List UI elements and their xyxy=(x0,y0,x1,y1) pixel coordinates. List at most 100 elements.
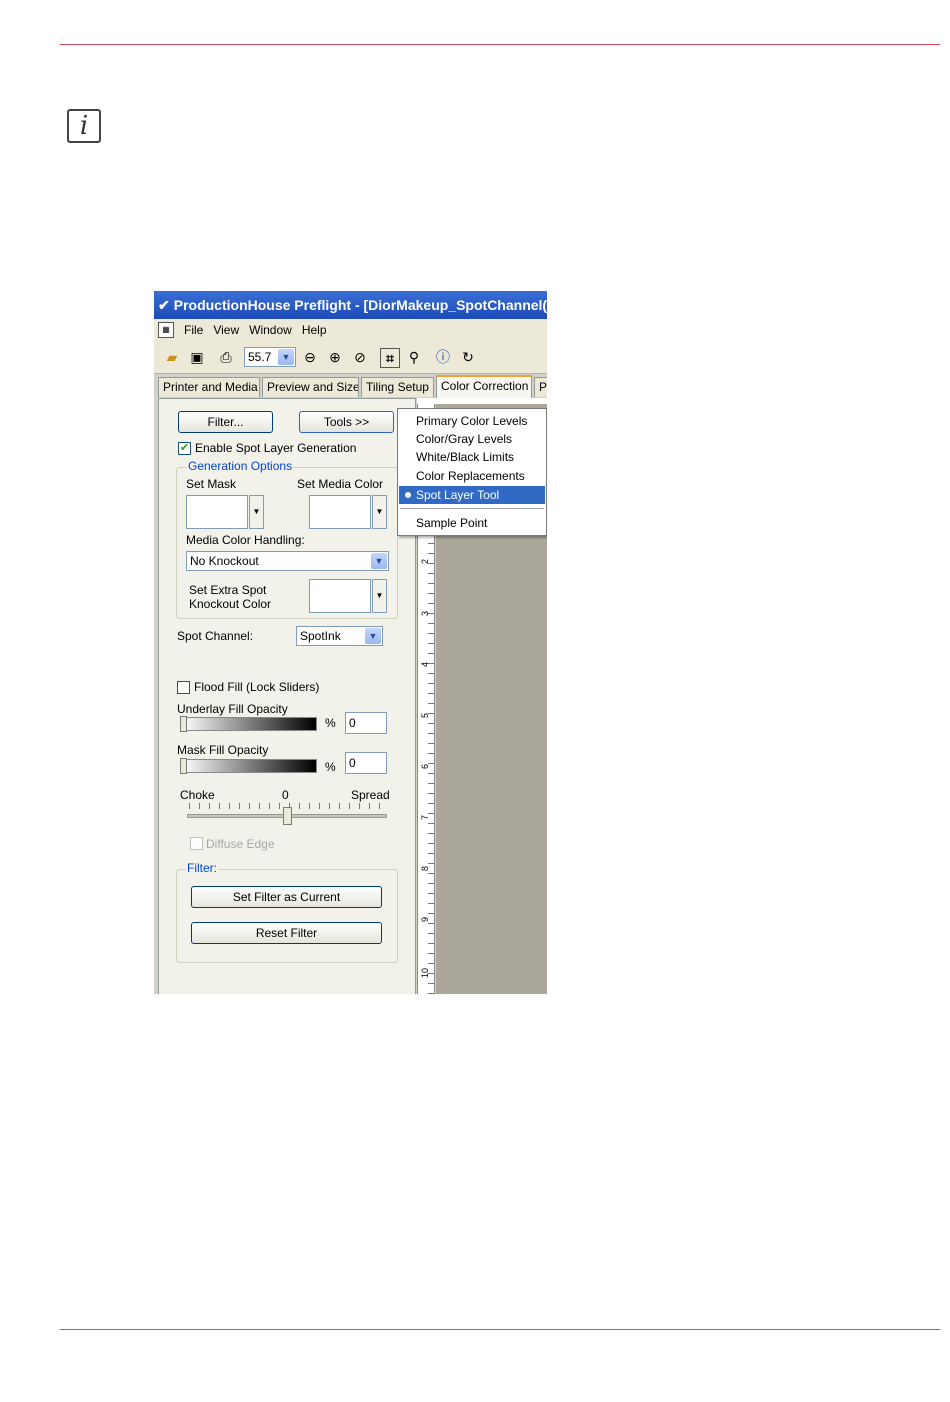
ruler-number: 6 xyxy=(420,763,430,769)
enable-spot-checkbox[interactable]: ✔ xyxy=(178,442,191,455)
spot-channel-label: Spot Channel: xyxy=(177,629,254,643)
media-color-dropdown[interactable]: ▼ xyxy=(372,495,387,529)
underlay-opacity-value: 0 xyxy=(349,716,356,730)
filter-group-label: Filter: xyxy=(186,861,218,875)
title-bar: ✔ ProductionHouse Preflight - [DiorMakeu… xyxy=(154,291,547,319)
open-folder-icon[interactable]: ▰ xyxy=(163,348,181,366)
flood-fill-label: Flood Fill (Lock Sliders) xyxy=(194,680,320,694)
window-title: ProductionHouse Preflight - [DiorMakeup_… xyxy=(173,297,547,313)
chevron-down-icon[interactable]: ▼ xyxy=(371,553,387,569)
chevron-down-icon[interactable]: ▼ xyxy=(278,349,294,365)
media-color-handling-label: Media Color Handling: xyxy=(186,533,305,547)
zoom-value: 55.7 xyxy=(248,350,272,364)
flood-fill-checkbox[interactable] xyxy=(177,681,190,694)
set-extra-spot-label-2: Knockout Color xyxy=(189,597,272,611)
header-rule xyxy=(60,44,940,45)
ruler-number: 2 xyxy=(420,558,430,564)
underlay-opacity-slider-thumb[interactable] xyxy=(180,716,187,732)
mask-color-dropdown[interactable]: ▼ xyxy=(249,495,264,529)
menu-bar: ▦ File View Window Help xyxy=(154,319,547,341)
set-media-color-label: Set Media Color xyxy=(297,477,384,491)
magnifier-icon[interactable]: ⚲ xyxy=(405,348,423,366)
footer-rule xyxy=(60,1329,940,1330)
reset-filter-button[interactable]: Reset Filter xyxy=(191,922,382,944)
choke-label: Choke xyxy=(180,788,215,802)
choke-spread-slider-thumb[interactable] xyxy=(283,807,292,825)
tab-pr[interactable]: Pr xyxy=(534,377,547,397)
ruler-number: 7 xyxy=(420,814,430,820)
ruler-number: 8 xyxy=(420,865,430,871)
extra-spot-color-swatch[interactable] xyxy=(309,579,371,613)
underlay-opacity-input[interactable]: 0 xyxy=(345,712,387,734)
info-icon: i xyxy=(67,109,101,143)
diffuse-edge-checkbox[interactable] xyxy=(190,837,203,850)
menu-item-spot-layer-tool[interactable]: Spot Layer Tool xyxy=(399,486,545,504)
chevron-down-icon[interactable]: ▼ xyxy=(365,628,381,644)
document-icon[interactable]: ▦ xyxy=(158,322,174,338)
menu-item-color-gray-levels[interactable]: Color/Gray Levels xyxy=(399,430,545,448)
mask-color-swatch[interactable] xyxy=(186,495,248,529)
ruler-number: 5 xyxy=(420,712,430,718)
mask-opacity-slider-thumb[interactable] xyxy=(180,758,187,774)
tab-color-correction[interactable]: Color Correction xyxy=(436,375,532,398)
tab-preview-and-size[interactable]: Preview and Size xyxy=(262,377,359,397)
generation-options-label: Generation Options xyxy=(187,459,294,473)
tools-button[interactable]: Tools >> xyxy=(299,411,394,433)
mask-opacity-label: Mask Fill Opacity xyxy=(177,743,269,757)
app-logo-icon: ✔ xyxy=(158,297,170,313)
zoom-in-icon[interactable]: ⊕ xyxy=(326,348,344,366)
menu-file[interactable]: File xyxy=(184,323,203,337)
spot-layer-panel: Filter... Tools >> ✔ Enable Spot Layer G… xyxy=(158,398,416,994)
underlay-opacity-label: Underlay Fill Opacity xyxy=(177,702,288,716)
diffuse-edge-label: Diffuse Edge xyxy=(206,837,275,851)
spread-label: Spread xyxy=(351,788,390,802)
mask-percent-sign: % xyxy=(325,760,336,774)
spot-channel-select[interactable]: SpotInk ▼ xyxy=(296,626,383,646)
set-extra-spot-label-1: Set Extra Spot xyxy=(189,583,267,597)
tools-dropdown-menu: Primary Color Levels Color/Gray Levels W… xyxy=(397,408,547,536)
underlay-percent-sign: % xyxy=(325,716,336,730)
set-filter-current-button[interactable]: Set Filter as Current xyxy=(191,886,382,908)
rotate-icon[interactable]: ↻ xyxy=(459,348,477,366)
menu-item-white-black-limits[interactable]: White/Black Limits xyxy=(399,448,545,466)
ruler-number: 10 xyxy=(420,967,430,978)
zoom-out-icon[interactable]: ⊖ xyxy=(301,348,319,366)
selected-bullet-icon xyxy=(405,492,411,498)
extra-spot-color-dropdown[interactable]: ▼ xyxy=(372,579,387,613)
toolbar: ▰ ▣ ⎙ 55.7 ▼ ⊖ ⊕ ⊘ ⌗ ⚲ ⓘ ↻ xyxy=(154,341,547,374)
save-icon[interactable]: ▣ xyxy=(188,348,206,366)
spot-channel-value: SpotInk xyxy=(300,629,341,643)
knockout-select[interactable]: No Knockout ▼ xyxy=(186,551,389,571)
tab-printer-and-media[interactable]: Printer and Media xyxy=(158,377,260,397)
application-screenshot: ✔ ProductionHouse Preflight - [DiorMakeu… xyxy=(154,291,547,994)
menu-item-primary-color-levels[interactable]: Primary Color Levels xyxy=(399,412,545,430)
menu-help[interactable]: Help xyxy=(302,323,327,337)
mask-opacity-value: 0 xyxy=(349,756,356,770)
mask-opacity-input[interactable]: 0 xyxy=(345,752,387,774)
menu-item-label: Spot Layer Tool xyxy=(416,488,500,502)
ruler-number: 9 xyxy=(420,916,430,922)
mask-opacity-gradient xyxy=(181,759,317,773)
enable-spot-label: Enable Spot Layer Generation xyxy=(195,441,357,455)
filter-group xyxy=(176,869,398,963)
menu-item-color-replacements[interactable]: Color Replacements xyxy=(399,467,545,485)
menu-window[interactable]: Window xyxy=(249,323,292,337)
zoom-fit-icon[interactable]: ⊘ xyxy=(351,348,369,366)
crop-icon[interactable]: ⌗ xyxy=(380,348,400,368)
set-mask-label: Set Mask xyxy=(186,477,237,491)
menu-separator xyxy=(400,508,544,509)
ruler-number: 4 xyxy=(420,661,430,667)
media-color-swatch[interactable] xyxy=(309,495,371,529)
menu-view[interactable]: View xyxy=(213,323,239,337)
ruler-number: 3 xyxy=(420,610,430,616)
choke-spread-value: 0 xyxy=(282,788,289,802)
knockout-value: No Knockout xyxy=(190,554,259,568)
zoom-combo[interactable]: 55.7 ▼ xyxy=(244,347,296,367)
print-icon[interactable]: ⎙ xyxy=(217,348,235,366)
tab-strip: Printer and Media Preview and Size Tilin… xyxy=(154,375,547,399)
menu-item-sample-point[interactable]: Sample Point xyxy=(399,514,545,532)
tab-tiling-setup[interactable]: Tiling Setup xyxy=(361,377,434,397)
filter-button[interactable]: Filter... xyxy=(178,411,273,433)
underlay-opacity-gradient xyxy=(181,717,317,731)
info-circle-icon[interactable]: ⓘ xyxy=(434,348,452,366)
